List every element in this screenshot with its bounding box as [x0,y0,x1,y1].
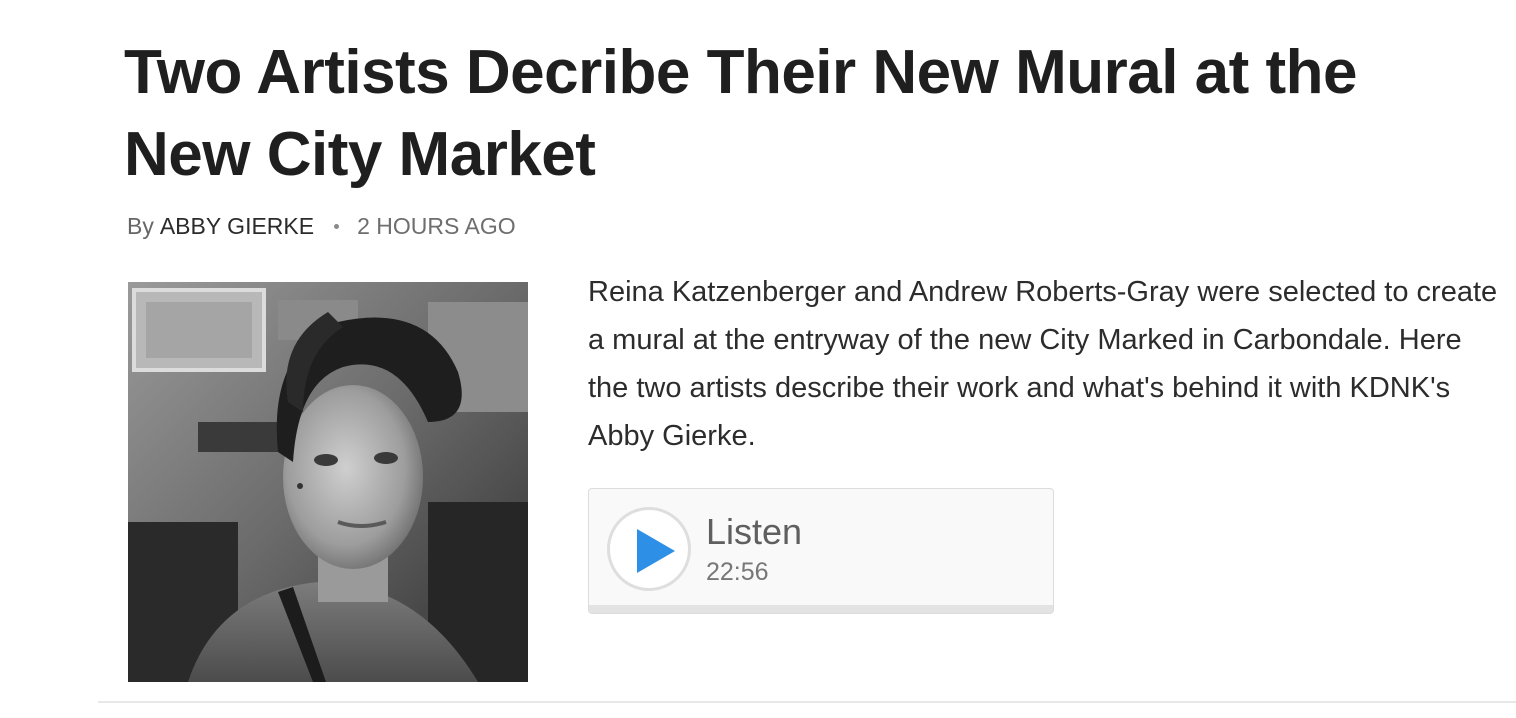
play-icon [637,529,675,573]
progress-bar[interactable] [589,605,1053,613]
separator-dot [334,223,340,229]
article-teaser: Reina Katzenberger and Andrew Roberts-Gr… [588,276,1498,452]
section-divider [98,701,1516,703]
timestamp: 2 HOURS AGO [357,213,516,239]
listen-label: Listen [706,511,803,552]
play-button[interactable] [607,507,691,591]
audio-duration: 22:56 [706,558,769,586]
audio-player[interactable]: Listen 22:56 [588,488,1054,614]
byline: By ABBY GIERKE 2 HOURS AGO [127,211,516,241]
article-page: Two Artists Decribe Their New Mural at t… [0,0,1516,718]
author-link[interactable]: ABBY GIERKE [160,211,314,241]
byline-prefix: By [127,213,154,239]
article-photo[interactable] [128,282,528,682]
article-title[interactable]: Two Artists Decribe Their New Mural at t… [124,32,1454,196]
